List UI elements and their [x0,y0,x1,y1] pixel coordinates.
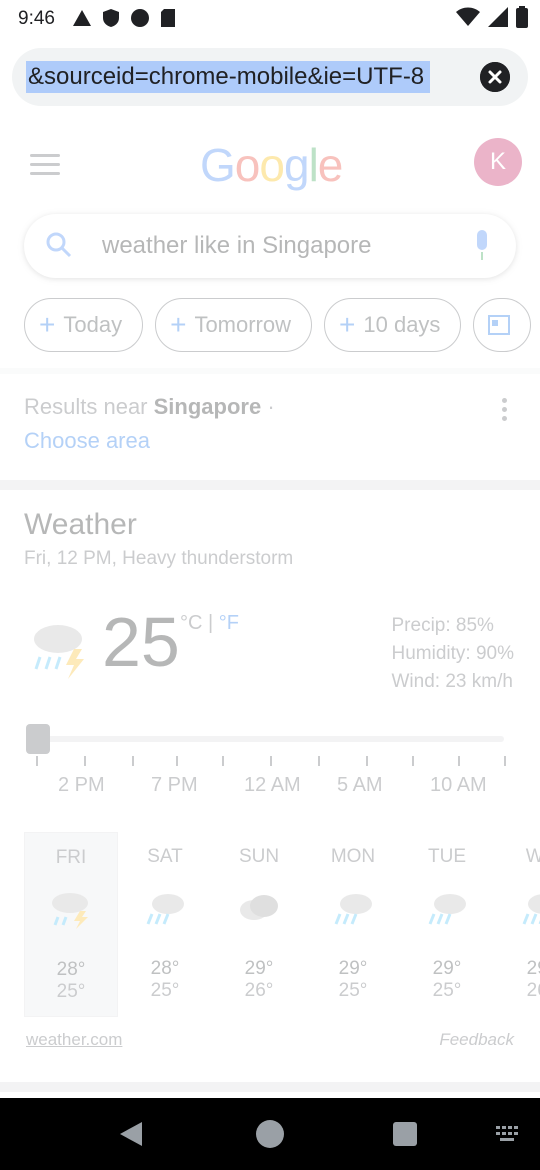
humidity-value: Humidity: 90% [391,643,515,664]
section-divider [0,1082,540,1092]
daily-forecast: FRI 28° 25° SAT 28° 25° SUN 29° 26° MON 29°… [24,832,540,1017]
day-tue[interactable]: TUE 29° 25° [400,832,494,1017]
chip-10-days[interactable]: +10 days [324,298,462,352]
section-divider [0,480,540,490]
day-mon[interactable]: MON 29° 25° [306,832,400,1017]
day-fri[interactable]: FRI 28° 25° [24,832,118,1017]
feedback-link[interactable]: Feedback [439,1030,514,1050]
back-icon[interactable] [120,1122,142,1146]
chip-tomorrow[interactable]: + Tomorrow [155,298,313,352]
keyboard-icon[interactable] [496,1126,520,1142]
close-icon [480,62,510,92]
chip-today[interactable]: + Today [24,298,144,352]
weather-details: Precip: 85% Humidity: 90% Wind: 23 km/h [392,612,515,696]
current-temperature: 25 [102,603,180,681]
day-sat[interactable]: SAT 28° 25° [118,832,212,1017]
results-near-text: Results near Singapore · [24,394,275,419]
rain-cloud-icon [334,894,372,925]
status-bar: 9:46 [0,0,540,40]
thunderstorm-icon [52,893,88,929]
url-bar[interactable]: &sourceid=chrome-mobile&ie=UTF-8 [12,48,528,106]
hour-slider-thumb[interactable] [26,724,50,754]
plus-icon: + [170,309,187,340]
avatar[interactable]: K [474,138,522,186]
hour-ticks [36,756,506,766]
alert-icon [73,10,91,26]
wind-value: Wind: 23 km/h [391,671,513,692]
signal-icon [488,7,508,27]
rain-cloud-icon [522,894,540,925]
news-icon [488,315,511,335]
clear-url-button[interactable] [480,62,510,92]
search-results-page: Google K weather like in Singapore + Toda… [0,110,540,1095]
google-logo: Google [200,139,343,191]
home-icon[interactable] [256,1120,284,1148]
system-nav-bar [0,1098,540,1170]
rain-cloud-icon [428,894,466,925]
search-query: weather like in Singapore [102,232,372,259]
system-icons [456,6,528,28]
rain-cloud-icon [146,894,184,925]
chip-news[interactable] [473,298,532,352]
url-input[interactable]: &sourceid=chrome-mobile&ie=UTF-8 [26,61,431,93]
thunderstorm-icon [34,625,84,679]
search-box[interactable]: weather like in Singapore [24,214,516,278]
day-sun[interactable]: SUN 29° 26° [212,832,306,1017]
choose-area-link[interactable]: Choose area [24,428,150,454]
wifi-icon [456,7,480,26]
shield-icon [103,9,119,27]
weather-subtitle: Fri, 12 PM, Heavy thunderstorm [24,548,294,569]
plus-icon: + [39,309,56,340]
chip-row: + Today + Tomorrow +10 days [24,298,532,352]
menu-icon[interactable] [30,154,60,181]
app-icon [131,9,149,27]
day-wed[interactable]: WE 29°26° [494,832,540,1017]
hour-labels: 2 PM 7 PM 12 AM 5 AM 10 AM [58,774,487,796]
more-vert-icon[interactable] [502,398,508,425]
section-divider [0,368,540,374]
unit-toggle[interactable]: °C | °F [180,612,239,635]
sd-card-icon [161,9,175,27]
search-icon [46,232,72,258]
recents-icon[interactable] [393,1122,417,1146]
notification-icons [72,8,176,28]
weather-title: Weather [24,508,137,541]
cloud-icon [240,895,278,920]
status-time: 9:46 [18,8,55,29]
hour-slider-track[interactable] [36,736,504,742]
battery-icon [516,6,528,28]
precip-value: Precip: 85% [391,615,494,636]
weather-source-link[interactable]: weather.com [26,1030,122,1050]
plus-icon: + [339,309,356,340]
mic-icon[interactable] [474,230,490,260]
